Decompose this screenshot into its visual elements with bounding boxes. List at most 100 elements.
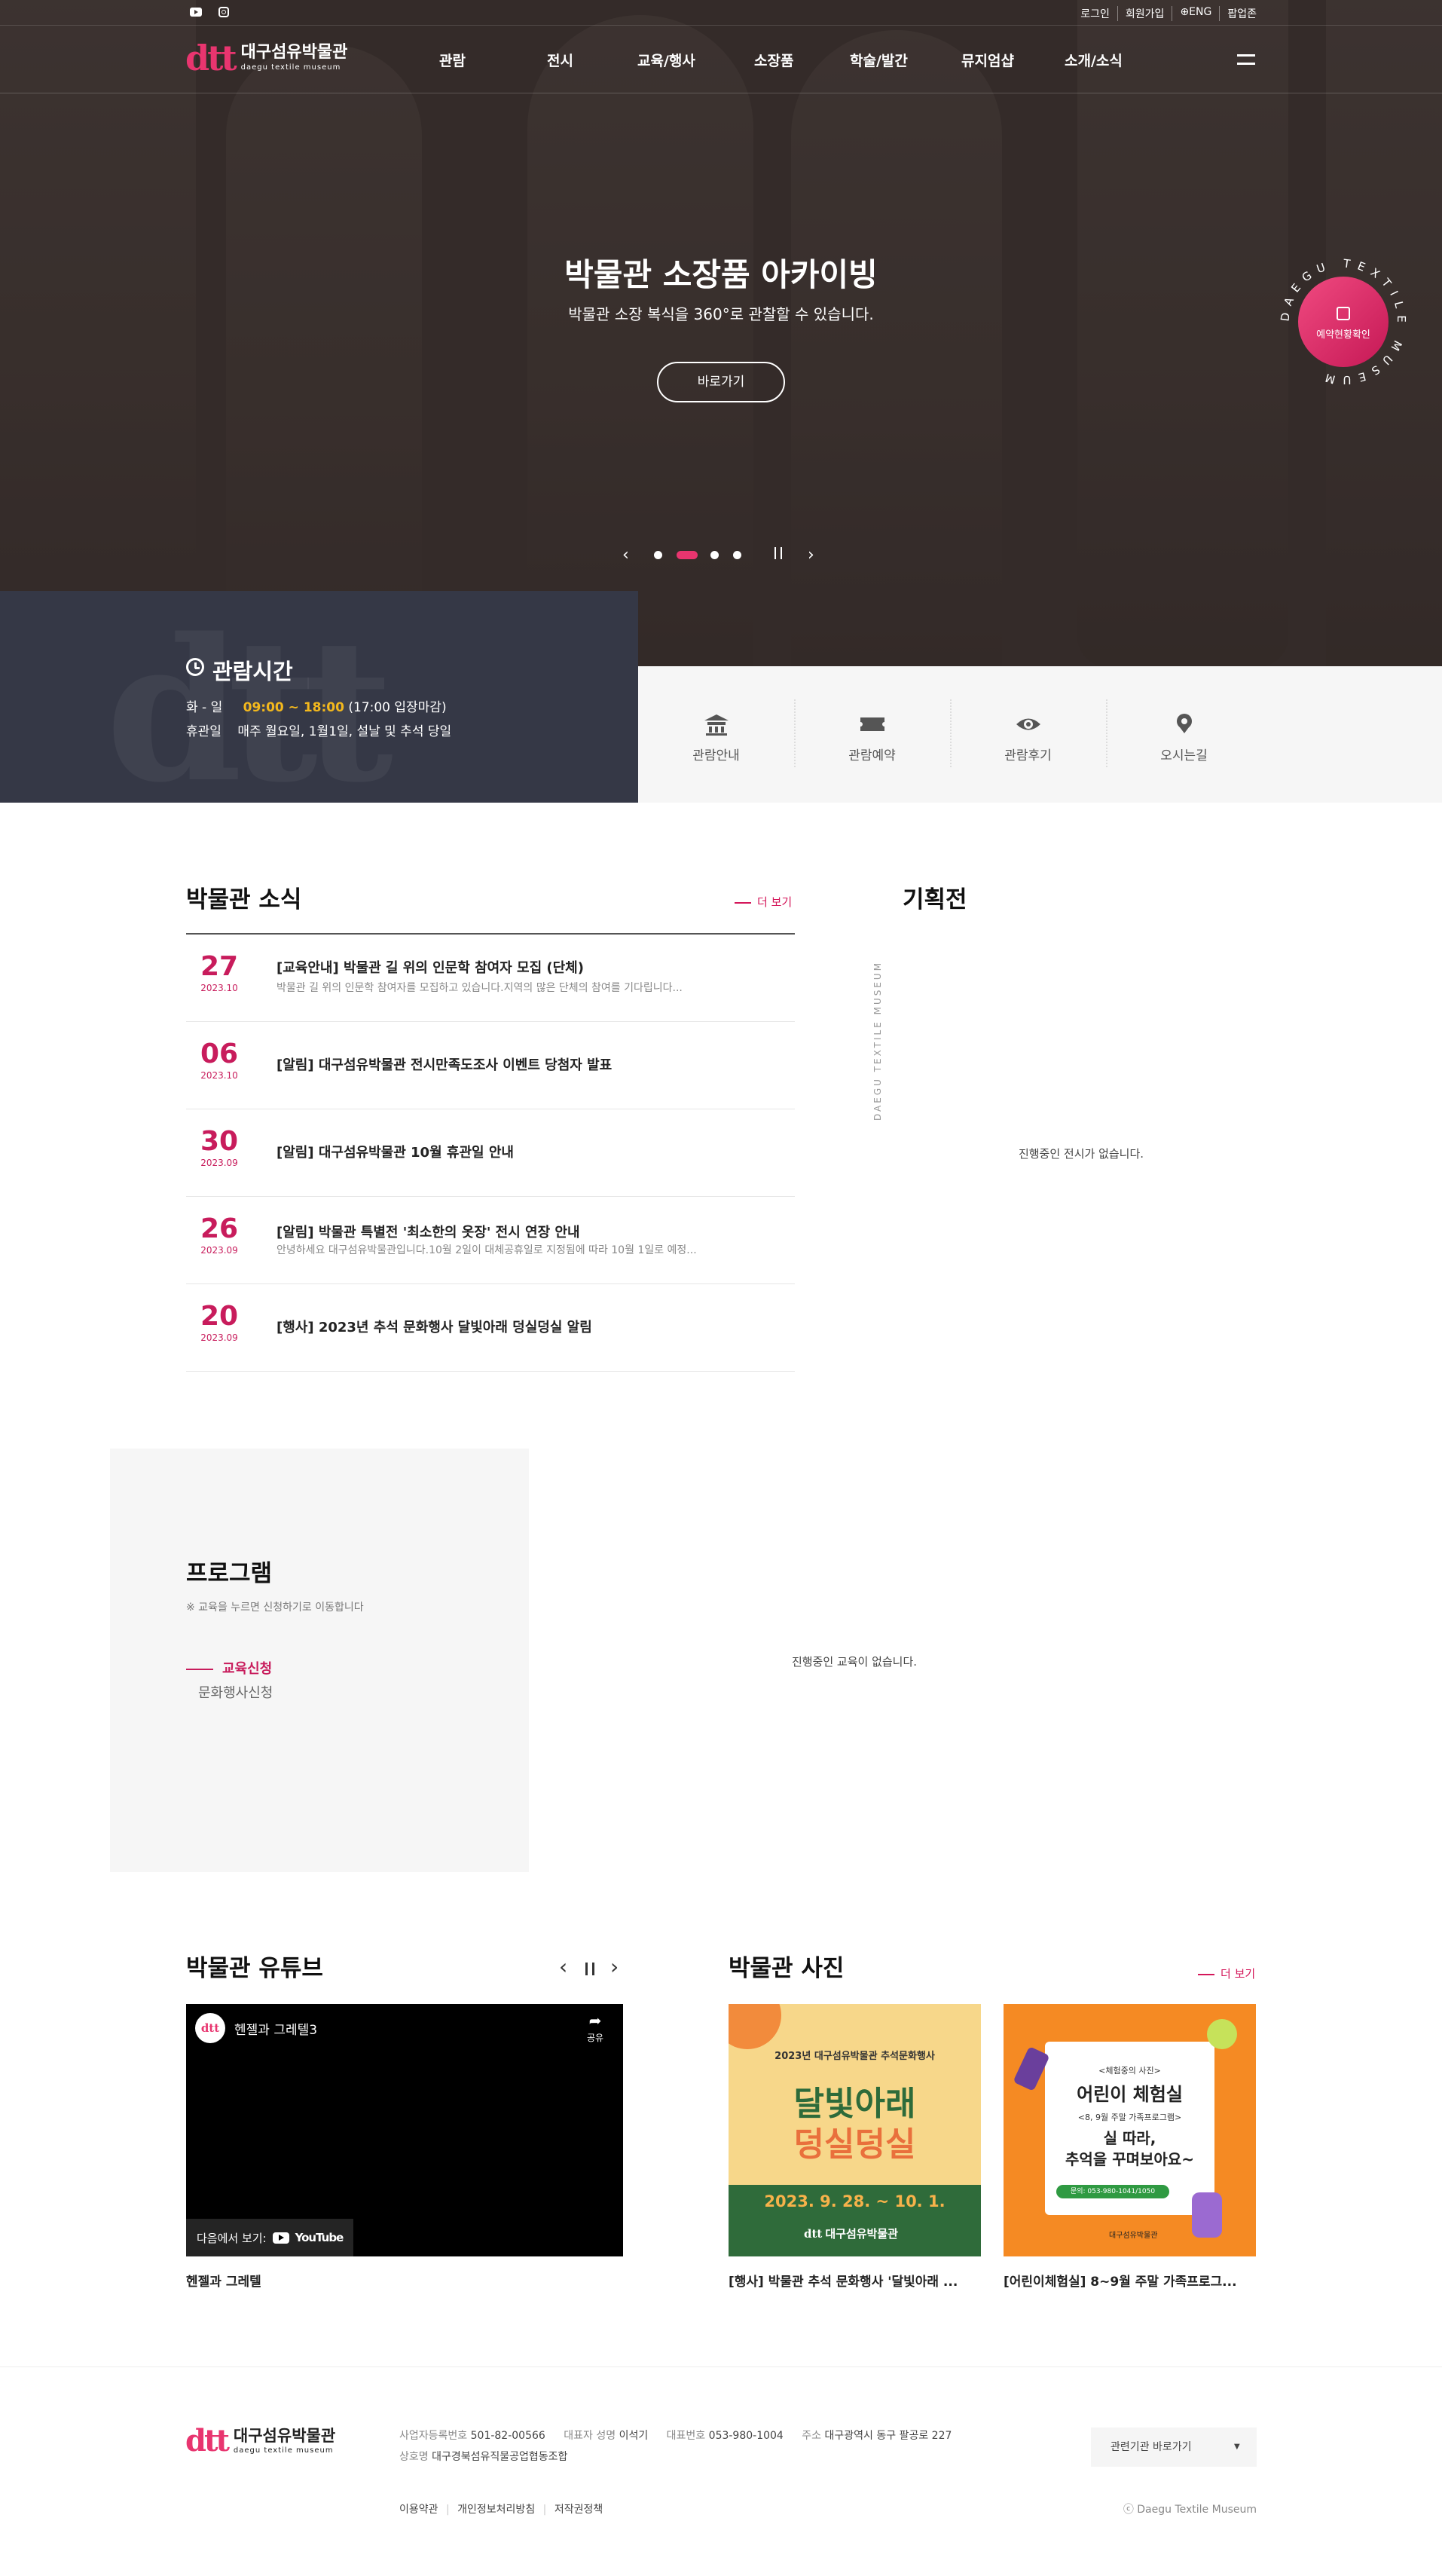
nav-education[interactable]: 교육/행사 (637, 50, 695, 70)
quick-label: 관람후기 (1004, 748, 1052, 763)
nav-research[interactable]: 학술/발간 (850, 50, 908, 70)
slider-prev-icon[interactable]: ‹ (622, 546, 629, 564)
tab-event-apply[interactable]: 문화행사신청 (198, 1682, 273, 1702)
hours-closed-label: 휴관일 (186, 724, 221, 739)
calendar-icon (1337, 307, 1350, 320)
nav-collection[interactable]: 소장품 (754, 50, 793, 70)
photo-caption[interactable]: [어린이체험실] 8~9월 주말 가족프로그... (1004, 2271, 1237, 2290)
youtube-icon[interactable] (190, 8, 202, 17)
privacy-link[interactable]: 개인정보처리방침 (457, 2504, 535, 2516)
ticket-icon (860, 717, 884, 731)
hero-title: 박물관 소장품 아카이빙 (564, 256, 878, 293)
hero-overlay (0, 0, 1442, 667)
poster-moon-shape (729, 2004, 781, 2049)
news-more-link[interactable]: 더 보기 (735, 894, 792, 910)
popup-zone-link[interactable]: 팝업존 (1220, 6, 1257, 21)
quick-visit-guide[interactable]: 관람안내 (638, 666, 794, 803)
poster-title: 어린이 체험실 (1077, 2084, 1183, 2105)
slider-dot-1[interactable] (654, 551, 662, 559)
signup-link[interactable]: 회원가입 (1118, 6, 1173, 21)
photos-more-link[interactable]: 더 보기 (1198, 1966, 1255, 1981)
poster-line-1: 실 따라, (1103, 2129, 1156, 2147)
news-item[interactable]: 20 2023.09 [행사] 2023년 추석 문화행사 달빛아래 덩실덩실 … (186, 1284, 795, 1372)
logo-name-en: daegu textile museum (240, 63, 341, 72)
footer-logo[interactable]: dtt 대구섬유박물관 daegu textile museum (185, 2426, 335, 2456)
youtube-player[interactable]: dtt 헨젤과 그레텔3 ➦ 공유 다음에서 보기: YouTube (186, 2004, 623, 2256)
program-title: 프로그램 (186, 1560, 273, 1587)
watch-on-youtube-button[interactable]: 다음에서 보기: YouTube (186, 2219, 354, 2256)
youtube-caption[interactable]: 헨젤과 그레텔 (186, 2271, 261, 2290)
photo-caption[interactable]: [행사] 박물관 추석 문화행사 '달빛아래 ... (729, 2271, 958, 2290)
news-item[interactable]: 30 2023.09 [알림] 대구섬유박물관 10월 휴관일 안내 (186, 1109, 795, 1197)
poster-yarn-ball-shape (1207, 2019, 1237, 2049)
logo-mark: dtt (185, 2423, 230, 2458)
instagram-icon[interactable] (218, 7, 229, 17)
copyright-text: ⓒ Daegu Textile Museum (1123, 2504, 1257, 2516)
nav-visit[interactable]: 관람 (439, 50, 466, 70)
photo-card-chuseok[interactable]: 2023년 대구섬유박물관 추석문화행사 달빛아래 덩실덩실 2023. 9. … (729, 2004, 981, 2256)
reservation-badge[interactable]: DAEGU TEXTILE MUSEUM 예약현황확인 (1275, 254, 1411, 390)
news-item[interactable]: 27 2023.10 [교육안내] 박물관 길 위의 인문학 참여자 모집 (단… (186, 935, 795, 1022)
hours-closed-row: 휴관일 매주 월요일, 1월1일, 설날 및 추석 당일 (186, 720, 451, 739)
news-item-title: [교육안내] 박물관 길 위의 인문학 참여자 모집 (단체) (276, 960, 584, 976)
badge-circle[interactable]: 예약현황확인 (1298, 277, 1389, 367)
news-item[interactable]: 26 2023.09 [알림] 박물관 특별전 '최소한의 옷장' 전시 연장 … (186, 1197, 795, 1284)
share-label: 공유 (586, 2033, 604, 2043)
channel-avatar[interactable]: dtt (195, 2013, 225, 2043)
related-sites-select[interactable]: 관련기관 바로가기 ▼ (1091, 2428, 1257, 2467)
news-item-excerpt: 박물관 길 위의 인문학 참여자를 모집하고 있습니다.지역의 많은 단체의 참… (276, 982, 683, 994)
terms-link[interactable]: 이용약관 (399, 2504, 438, 2516)
exhibit-title: 기획전 (903, 886, 967, 913)
share-icon: ➦ (588, 2012, 602, 2030)
slider-next-icon[interactable]: › (808, 546, 814, 564)
clock-icon (186, 658, 204, 676)
poster-brand: 대구섬유박물관 (1109, 2232, 1158, 2240)
logo-mark: dtt (185, 38, 237, 78)
poster-doll-shape (1192, 2192, 1222, 2238)
news-item-title: [행사] 2023년 추석 문화행사 달빛아래 덩실덩실 알림 (276, 1320, 592, 1335)
slider-dot-2-active[interactable] (677, 551, 698, 559)
poster-contact: 문의: 053-980-1041/1050 (1056, 2185, 1169, 2198)
share-button[interactable]: ➦ 공유 (578, 2013, 613, 2044)
quick-label: 오시는길 (1160, 748, 1208, 763)
quick-reservation[interactable]: 관람예약 (794, 666, 950, 803)
quick-review[interactable]: 관람후기 (950, 666, 1106, 803)
nav-exhibition[interactable]: 전시 (547, 50, 573, 70)
photo-card-kids-room[interactable]: <체험중의 사진> 어린이 체험실 <8, 9월 주말 가족프로그램> 실 따라… (1004, 2004, 1256, 2256)
poster-line-2: 추억을 꾸며보아요~ (1065, 2150, 1194, 2168)
news-day: 26 (200, 1213, 239, 1244)
nav-museum-shop[interactable]: 뮤지엄샵 (961, 50, 1014, 70)
copyright-policy-link[interactable]: 저작권정책 (554, 2504, 603, 2516)
hero-go-button[interactable]: 바로가기 (657, 362, 785, 402)
museum-icon (704, 714, 729, 736)
youtube-next-icon[interactable]: › (610, 1954, 619, 1979)
youtube-wordmark: YouTube (295, 2231, 344, 2244)
youtube-pause-icon[interactable] (585, 1963, 594, 1975)
location-pin-icon (1177, 714, 1192, 733)
hours-open-row: 화 - 일 09:00 ~ 18:00 (17:00 입장마감) (186, 696, 447, 715)
news-day: 30 (200, 1126, 239, 1157)
news-item[interactable]: 06 2023.10 [알림] 대구섬유박물관 전시만족도조사 이벤트 당첨자 … (186, 1022, 795, 1109)
hours-title: 관람시간 (212, 659, 293, 684)
news-item-title: [알림] 대구섬유박물관 10월 휴관일 안내 (276, 1145, 514, 1161)
news-day: 27 (200, 951, 239, 982)
nav-about[interactable]: 소개/소식 (1065, 50, 1123, 70)
tab-education-apply[interactable]: 교육신청 (186, 1658, 272, 1678)
exhibit-vertical-label: DAEGU TEXTILE MUSEUM (872, 960, 883, 1121)
slider-dot-3[interactable] (710, 551, 719, 559)
hamburger-menu-icon[interactable] (1237, 54, 1255, 65)
video-title[interactable]: 헨젤과 그레텔3 (234, 2019, 317, 2038)
news-yearmonth: 2023.10 (200, 1070, 238, 1081)
youtube-prev-icon[interactable]: ‹ (559, 1954, 567, 1979)
poster-sub: <8, 9월 주말 가족프로그램> (1077, 2113, 1182, 2122)
program-note: ※ 교육을 누르면 신청하기로 이동합니다 (186, 1602, 364, 1614)
program-empty-message: 진행중인 교육이 없습니다. (791, 1655, 918, 1669)
site-logo[interactable]: dtt 대구섬유박물관 daegu textile museum (185, 41, 347, 75)
quick-directions[interactable]: 오시는길 (1106, 666, 1262, 803)
slider-dot-4[interactable] (733, 551, 741, 559)
login-link[interactable]: 로그인 (1073, 6, 1118, 21)
english-link[interactable]: ⊕ENG (1172, 6, 1221, 21)
quick-label: 관람예약 (848, 748, 896, 763)
slider-pause-icon[interactable] (774, 547, 782, 559)
news-yearmonth: 2023.10 (200, 983, 238, 993)
